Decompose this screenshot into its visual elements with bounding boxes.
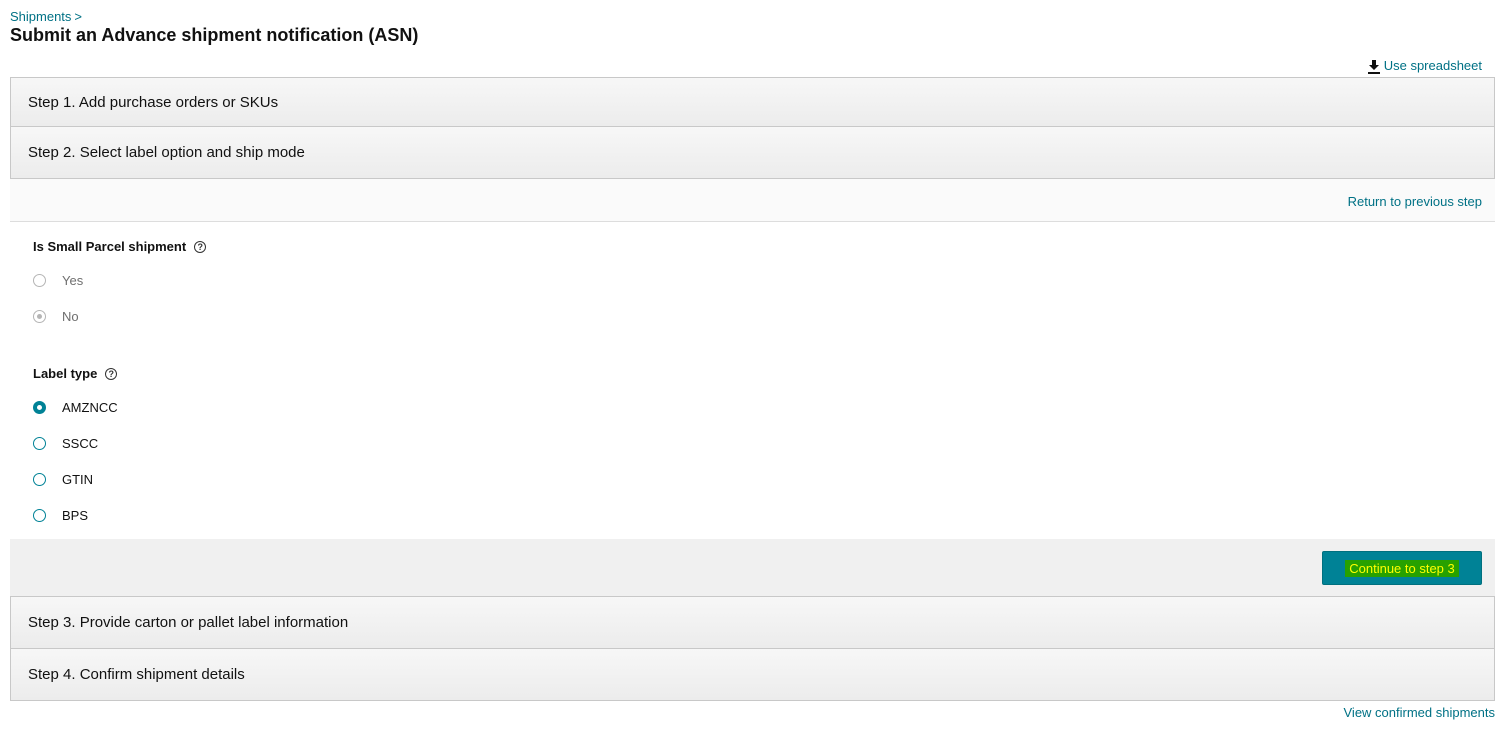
- small-parcel-field-label: Is Small Parcel shipment ?: [33, 239, 207, 254]
- step3-header[interactable]: Step 3. Provide carton or pallet label i…: [10, 597, 1495, 649]
- small-parcel-yes-label: Yes: [62, 273, 84, 288]
- small-parcel-no-radio[interactable]: No: [33, 309, 79, 324]
- breadcrumb: Shipments >: [10, 9, 82, 25]
- radio-button-icon: [33, 310, 46, 323]
- step2-footer: Continue to step 3: [10, 539, 1495, 597]
- step2-form: Is Small Parcel shipment ? Yes No Label …: [10, 222, 1495, 539]
- label-type-bps-label: BPS: [62, 508, 89, 523]
- page: Shipments > Submit an Advance shipment no…: [0, 0, 1508, 729]
- small-parcel-label-text: Is Small Parcel shipment: [33, 239, 187, 254]
- small-parcel-yes-radio[interactable]: Yes: [33, 273, 83, 288]
- label-type-bps-radio[interactable]: BPS: [33, 508, 88, 523]
- step1-title: Step 1. Add purchase orders or SKUs: [28, 93, 279, 111]
- asn-steps-accordion: Step 1. Add purchase orders or SKUs Step…: [10, 77, 1495, 701]
- step4-header[interactable]: Step 4. Confirm shipment details: [10, 649, 1495, 701]
- use-spreadsheet-link[interactable]: Use spreadsheet: [1367, 58, 1482, 74]
- radio-button-icon: [33, 473, 46, 486]
- view-confirmed-shipments-link[interactable]: View confirmed shipments: [1344, 705, 1496, 720]
- label-type-label-text: Label type: [33, 366, 98, 381]
- small-parcel-no-label: No: [62, 309, 79, 324]
- breadcrumb-shipments-link[interactable]: Shipments: [10, 9, 71, 24]
- return-to-previous-step-link[interactable]: Return to previous step: [1348, 194, 1482, 209]
- label-type-amzncc-label: AMZNCC: [62, 400, 118, 415]
- small-parcel-help-icon[interactable]: ?: [194, 240, 207, 253]
- label-type-help-icon[interactable]: ?: [105, 367, 118, 380]
- radio-button-icon: [33, 437, 46, 450]
- label-type-sscc-radio[interactable]: SSCC: [33, 436, 98, 451]
- label-type-amzncc-radio[interactable]: AMZNCC: [33, 400, 118, 415]
- radio-button-icon: [33, 401, 46, 414]
- step4-title: Step 4. Confirm shipment details: [28, 666, 245, 683]
- step2-title: Step 2. Select label option and ship mod…: [28, 144, 305, 161]
- step2-header[interactable]: Step 2. Select label option and ship mod…: [10, 127, 1495, 179]
- breadcrumb-separator: >: [74, 9, 83, 24]
- download-icon: [1367, 60, 1380, 74]
- radio-button-icon: [33, 509, 46, 522]
- use-spreadsheet-label: Use spreadsheet: [1383, 58, 1482, 73]
- step1-header[interactable]: Step 1. Add purchase orders or SKUs: [10, 77, 1495, 127]
- label-type-field-label: Label type ?: [33, 366, 118, 381]
- radio-button-icon: [33, 274, 46, 287]
- step2-toolbar: Return to previous step: [10, 179, 1495, 222]
- continue-button-label: Continue to step 3: [1345, 559, 1459, 577]
- step3-title: Step 3. Provide carton or pallet label i…: [28, 614, 349, 631]
- label-type-sscc-label: SSCC: [62, 436, 99, 451]
- continue-to-step-3-button[interactable]: Continue to step 3: [1322, 551, 1482, 585]
- page-title: Submit an Advance shipment notification …: [10, 25, 419, 45]
- label-type-gtin-label: GTIN: [62, 472, 94, 487]
- label-type-gtin-radio[interactable]: GTIN: [33, 472, 93, 487]
